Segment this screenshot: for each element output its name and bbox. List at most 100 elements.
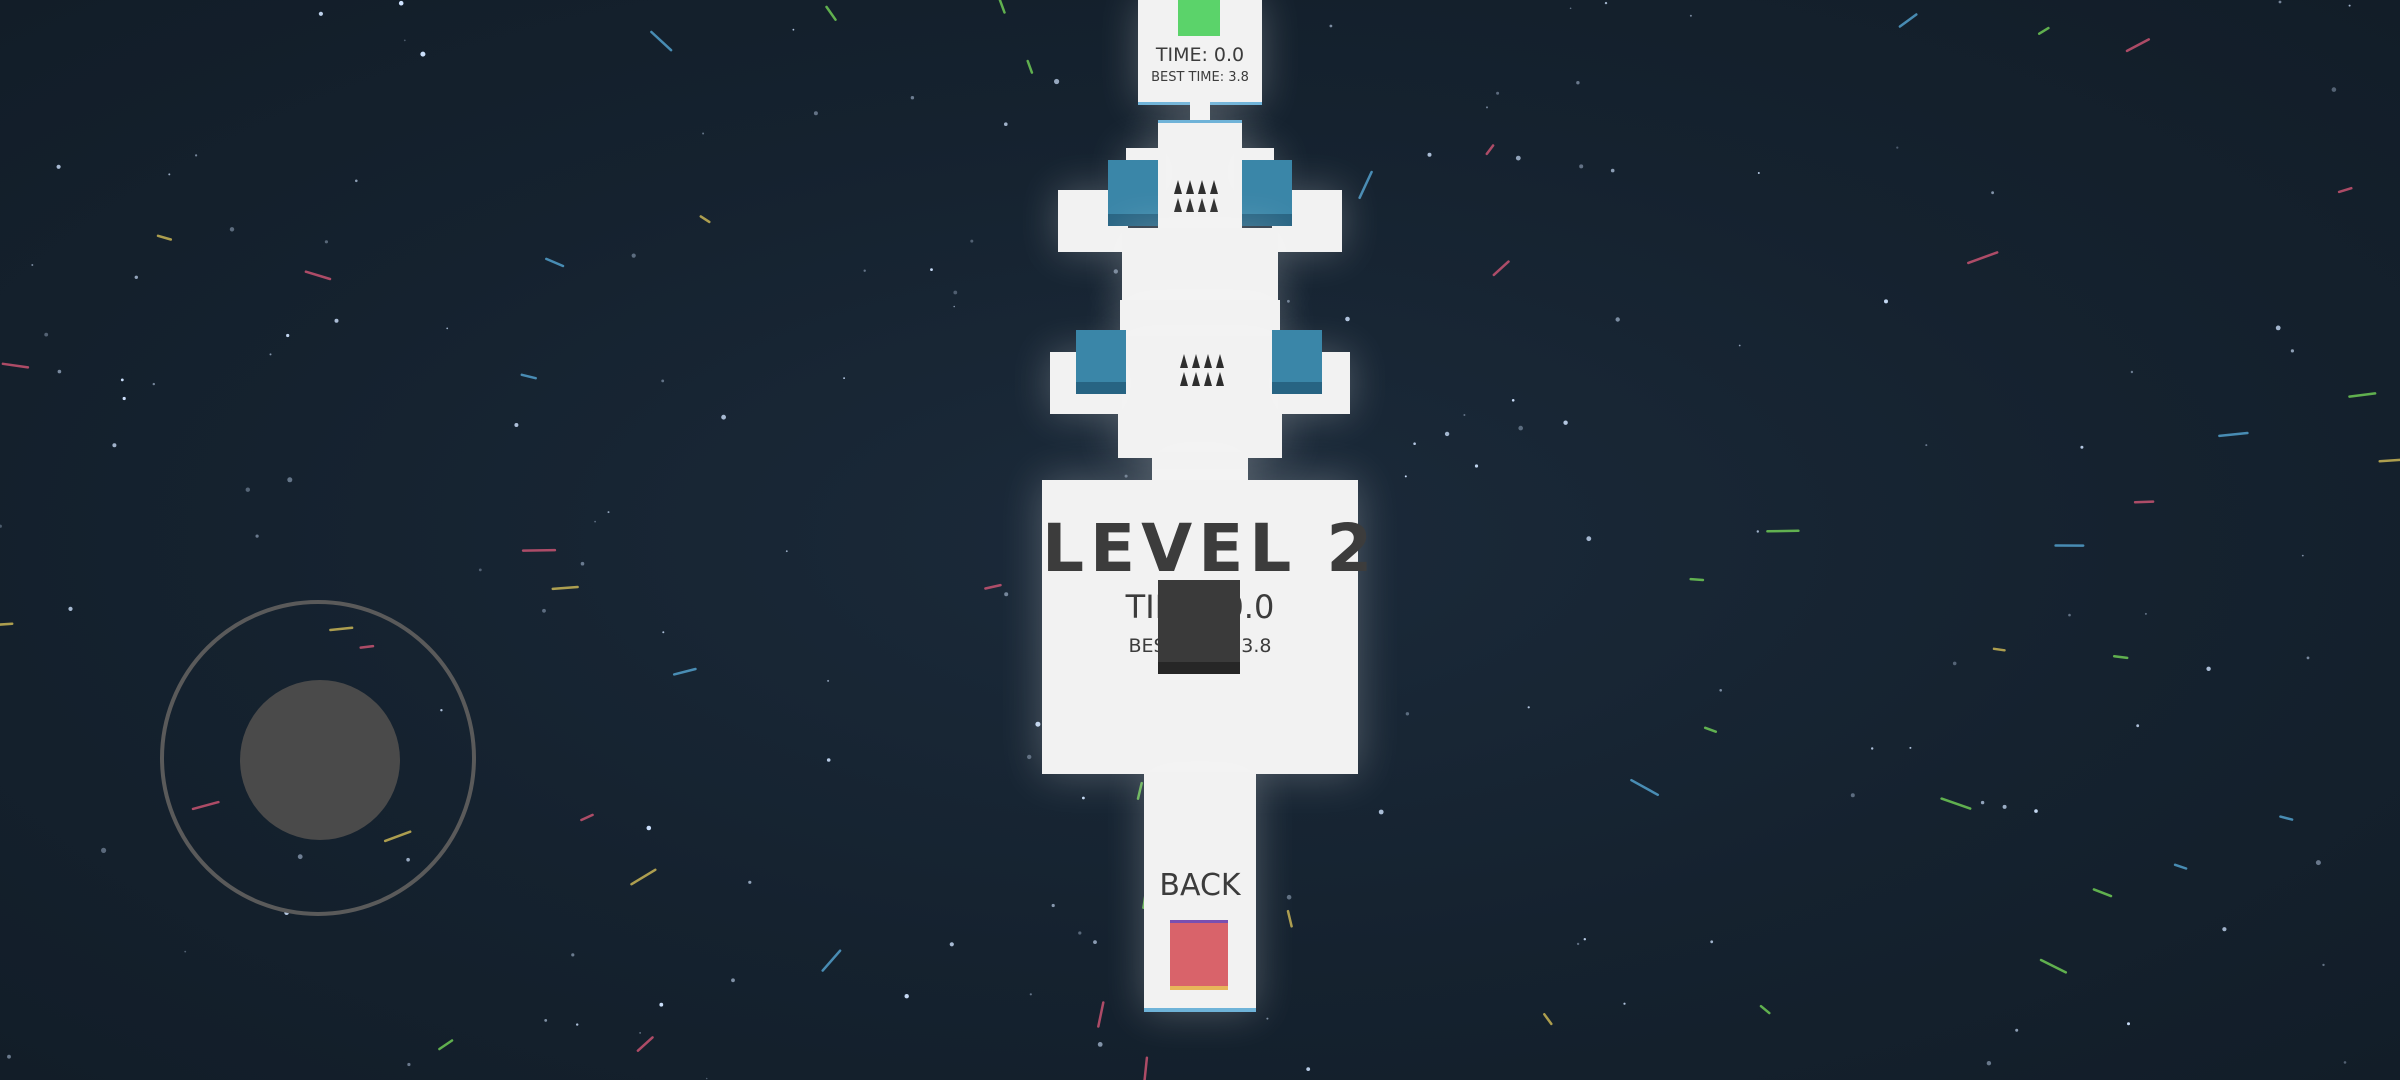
star-streak — [2037, 26, 2050, 35]
star — [2290, 349, 2294, 353]
star — [792, 28, 795, 31]
star — [355, 179, 358, 183]
star — [785, 550, 788, 553]
star — [1035, 721, 1041, 727]
star — [1511, 399, 1515, 402]
star — [1569, 7, 1572, 10]
joystick-knob[interactable] — [240, 680, 400, 840]
star-streak — [1358, 170, 1373, 200]
back-label[interactable]: BACK — [1144, 868, 1256, 903]
star-streak — [2133, 500, 2155, 504]
star — [1710, 940, 1714, 944]
star — [542, 608, 546, 613]
star — [631, 253, 636, 258]
level-panel: LEVEL 2 TIME: 0.0 BEST TIME: 3.8 — [1042, 480, 1372, 774]
star-streak — [1630, 778, 1660, 797]
player-cube — [1158, 580, 1240, 674]
star — [1444, 431, 1450, 437]
star-streak — [1492, 260, 1510, 277]
star — [1986, 1061, 1992, 1066]
star — [1027, 754, 1032, 760]
star — [1615, 317, 1620, 322]
star — [1884, 299, 1888, 304]
star — [2068, 613, 2071, 617]
star-streak — [520, 373, 537, 380]
star — [44, 332, 49, 337]
star-streak — [2039, 958, 2068, 974]
star-streak — [2125, 38, 2151, 53]
star — [324, 240, 328, 244]
star — [152, 382, 155, 386]
star-streak — [1992, 647, 2006, 652]
star — [953, 305, 955, 308]
star — [2080, 445, 2084, 449]
star-streak — [580, 813, 594, 822]
star — [1871, 747, 1874, 750]
spike-trap — [1180, 354, 1224, 386]
star — [2343, 1061, 2347, 1064]
spike-trap — [1174, 180, 1218, 212]
star-streak — [304, 270, 332, 281]
star — [1113, 269, 1119, 274]
star — [544, 1019, 548, 1022]
star — [949, 942, 954, 947]
star — [2015, 1028, 2019, 1032]
star — [478, 568, 482, 572]
star-streak — [2279, 815, 2294, 821]
star — [2222, 927, 2227, 932]
star — [639, 1032, 641, 1034]
star — [134, 275, 138, 279]
star — [1925, 444, 1928, 447]
star — [827, 679, 830, 682]
star — [1952, 661, 1957, 666]
star-streak — [1689, 577, 1705, 582]
star-streak — [156, 234, 173, 241]
star — [398, 0, 404, 6]
star-streak — [650, 30, 673, 52]
star — [1405, 712, 1410, 716]
star — [1527, 706, 1530, 709]
star — [1604, 1, 1608, 5]
star — [1082, 796, 1085, 800]
star — [659, 1002, 664, 1007]
star-streak — [551, 585, 579, 591]
star — [1054, 78, 1060, 85]
star — [255, 534, 259, 538]
star — [1097, 1042, 1103, 1047]
star — [970, 239, 974, 243]
star — [1579, 164, 1584, 169]
star — [1286, 894, 1292, 900]
star — [2348, 4, 2351, 7]
star-streak — [1143, 1056, 1149, 1080]
star — [1378, 809, 1384, 815]
star — [245, 487, 250, 492]
star — [1980, 800, 1985, 805]
star-streak — [438, 1039, 454, 1051]
start-block — [1170, 920, 1228, 990]
star — [1124, 474, 1128, 478]
star — [1463, 414, 1466, 416]
star — [1004, 122, 1008, 126]
star — [705, 1077, 708, 1080]
star — [2275, 325, 2281, 331]
star-streak — [1097, 1001, 1105, 1028]
star — [1689, 14, 1692, 17]
star — [1850, 793, 1855, 798]
star — [1329, 24, 1333, 28]
star-streak — [1, 362, 30, 369]
star-streak — [1485, 144, 1495, 156]
star — [1576, 81, 1580, 85]
path-middle — [1122, 228, 1278, 300]
star — [1756, 530, 1760, 533]
goal-block — [1178, 0, 1220, 36]
star — [2278, 0, 2282, 4]
star-streak — [1766, 529, 1800, 533]
star — [1515, 155, 1521, 161]
path-connector — [1190, 100, 1210, 122]
star — [2136, 724, 2140, 728]
star-streak — [984, 583, 1002, 590]
star — [195, 154, 198, 157]
star — [403, 39, 406, 42]
star — [2315, 860, 2321, 866]
star-streak — [825, 5, 837, 21]
